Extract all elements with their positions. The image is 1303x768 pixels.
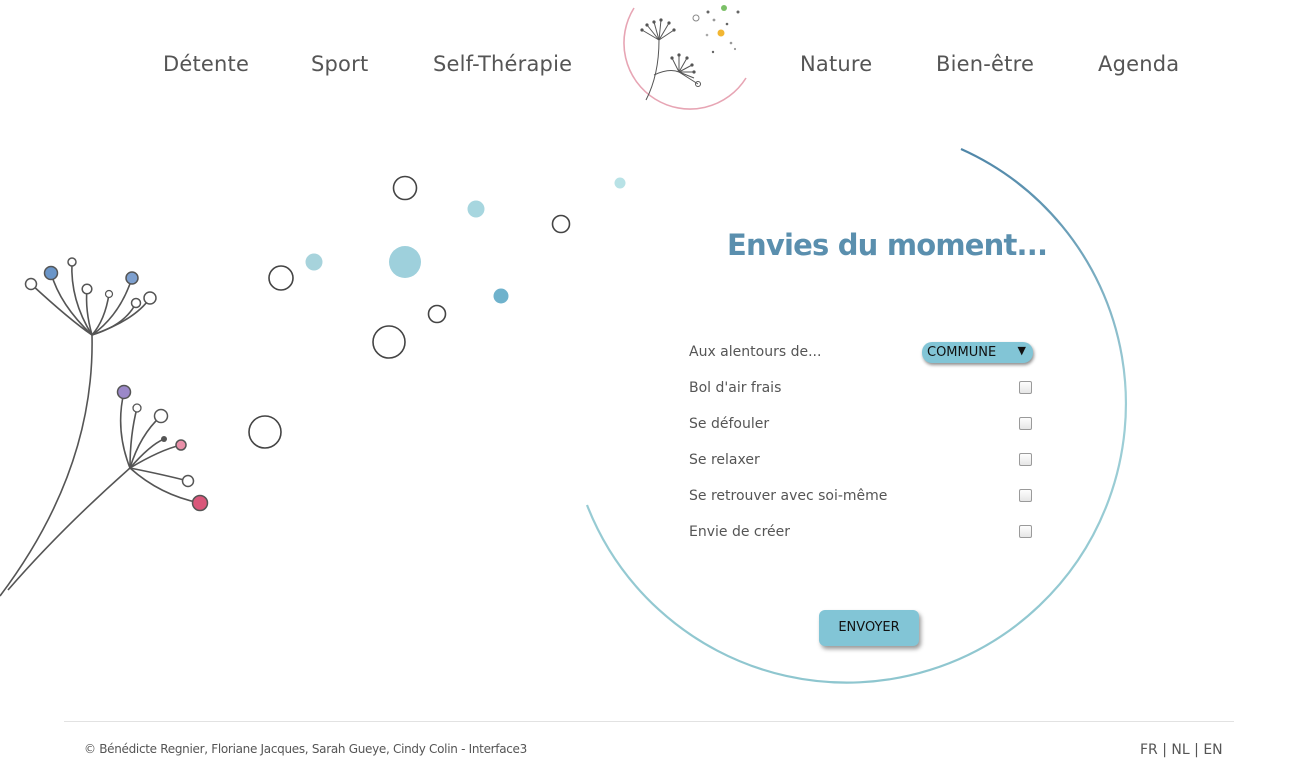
dandelion-illustration-icon bbox=[0, 175, 626, 597]
location-select[interactable]: COMMUNE ▼ bbox=[922, 342, 1033, 363]
location-select-value: COMMUNE bbox=[927, 345, 997, 360]
language-separator: | bbox=[1162, 742, 1167, 758]
nav-item-sport[interactable]: Sport bbox=[311, 52, 368, 76]
option-label: Envie de créer bbox=[689, 524, 791, 540]
nav-item-bien-etre[interactable]: Bien-être bbox=[936, 52, 1034, 76]
copyright-text: © Bénédicte Regnier, Floriane Jacques, S… bbox=[84, 742, 527, 756]
footer-divider bbox=[64, 721, 1234, 722]
dandelion-logo-icon[interactable] bbox=[614, 0, 754, 120]
option-checkbox-creer[interactable] bbox=[1019, 525, 1032, 538]
language-switcher: FR | NL | EN bbox=[1140, 742, 1223, 758]
option-row-se-defouler: Se défouler bbox=[689, 416, 1049, 436]
language-en[interactable]: EN bbox=[1203, 742, 1222, 758]
language-fr[interactable]: FR bbox=[1140, 742, 1158, 758]
option-row-soi-meme: Se retrouver avec soi-même bbox=[689, 488, 1049, 508]
option-row-se-relaxer: Se relaxer bbox=[689, 452, 1049, 472]
submit-button[interactable]: ENVOYER bbox=[819, 610, 919, 646]
option-row-bol-air: Bol d'air frais bbox=[689, 380, 1049, 400]
option-label: Se relaxer bbox=[689, 452, 760, 468]
caret-down-icon: ▼ bbox=[1017, 344, 1026, 357]
language-nl[interactable]: NL bbox=[1171, 742, 1189, 758]
location-label: Aux alentours de... bbox=[689, 344, 822, 360]
option-label: Se défouler bbox=[689, 416, 770, 432]
option-row-creer: Envie de créer bbox=[689, 524, 1049, 544]
option-checkbox-se-defouler[interactable] bbox=[1019, 417, 1032, 430]
option-label: Se retrouver avec soi-même bbox=[689, 488, 888, 504]
option-label: Bol d'air frais bbox=[689, 380, 782, 396]
option-checkbox-soi-meme[interactable] bbox=[1019, 489, 1032, 502]
option-checkbox-bol-air[interactable] bbox=[1019, 381, 1032, 394]
option-checkbox-se-relaxer[interactable] bbox=[1019, 453, 1032, 466]
nav-item-nature[interactable]: Nature bbox=[800, 52, 872, 76]
nav-item-agenda[interactable]: Agenda bbox=[1098, 52, 1179, 76]
nav-item-detente[interactable]: Détente bbox=[163, 52, 249, 76]
language-separator: | bbox=[1194, 742, 1199, 758]
nav-item-self-therapie[interactable]: Self-Thérapie bbox=[433, 52, 572, 76]
form-title: Envies du moment... bbox=[727, 228, 1048, 262]
